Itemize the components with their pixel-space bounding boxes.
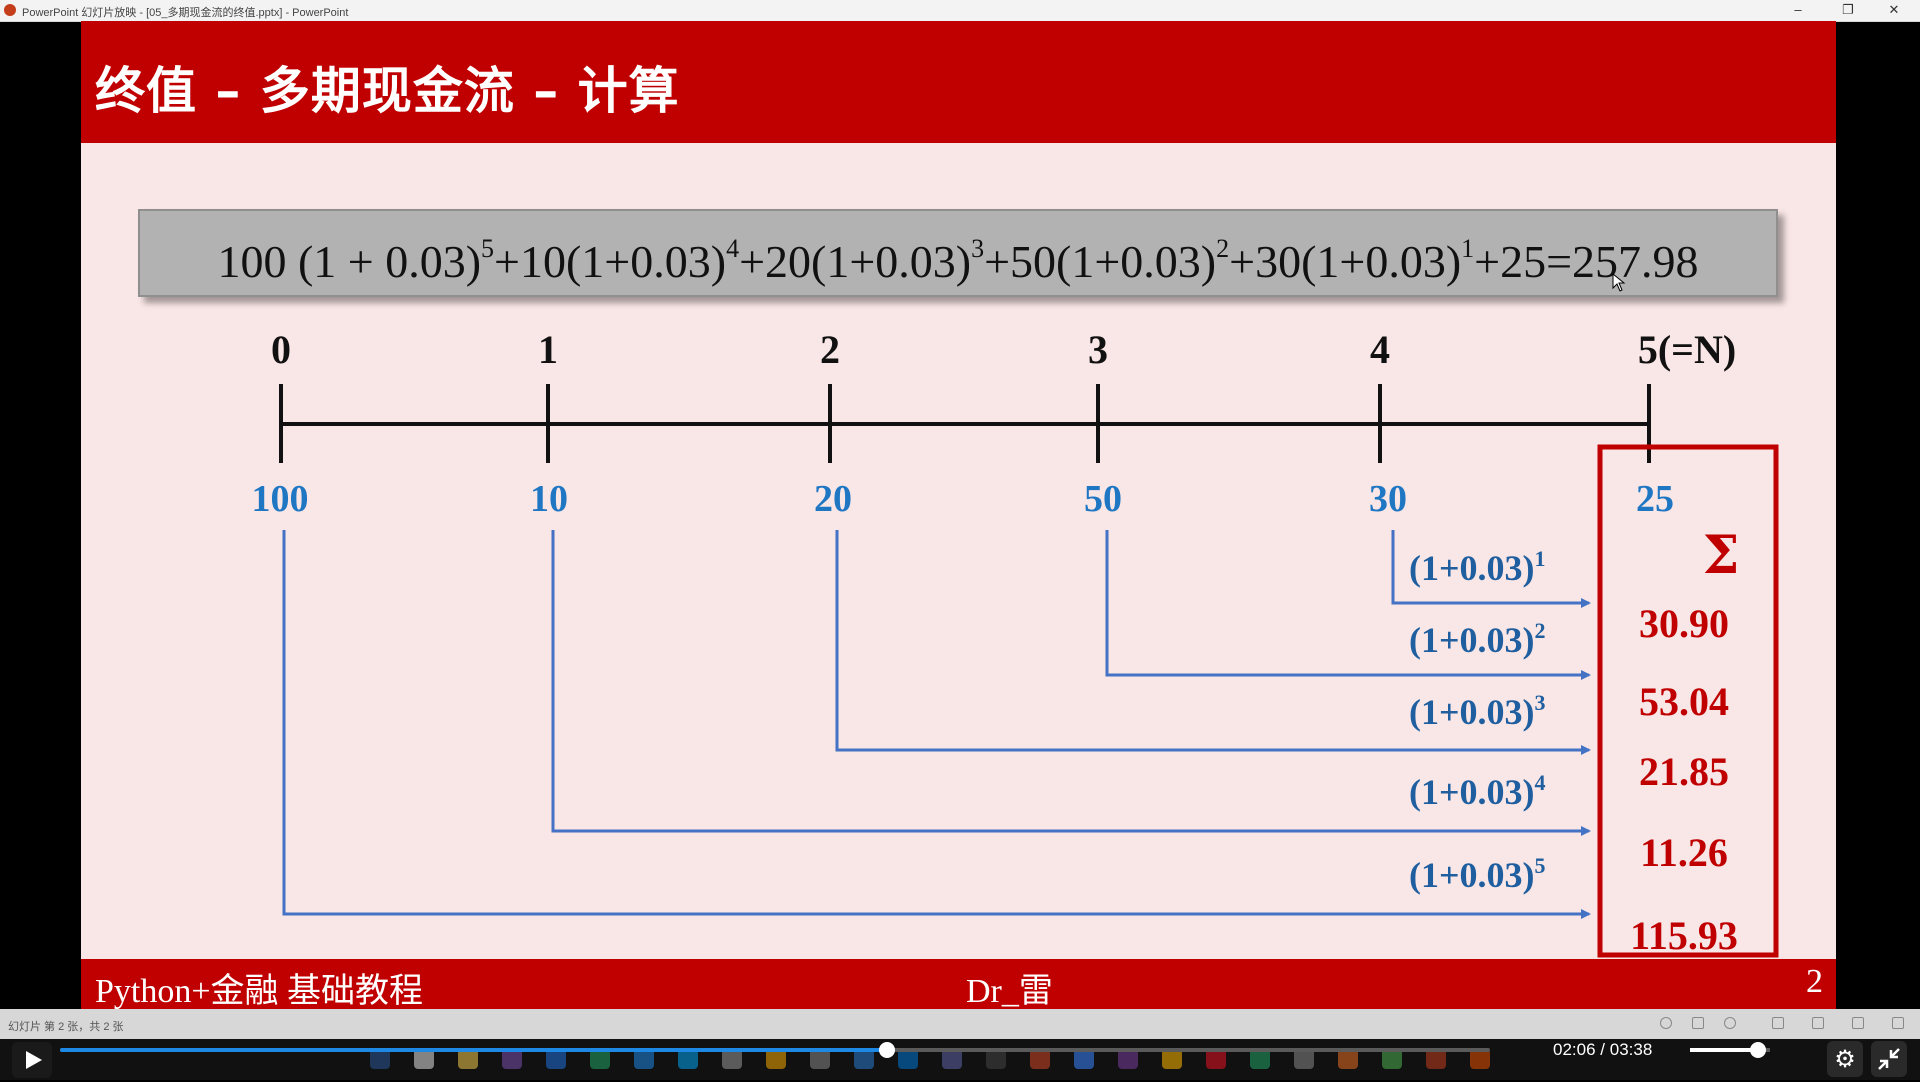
mouse-pointer-icon [1612,273,1626,292]
taskbar-app-icon [1470,1049,1490,1069]
fit-slide-icon[interactable] [1892,1017,1904,1029]
growth-factor-base: (1+0.03) [1409,620,1535,660]
future-value: 115.93 [1630,913,1738,958]
growth-factor-label: (1+0.03)2 [1409,618,1546,660]
future-value: 53.04 [1639,679,1729,724]
cash-flow-value: 10 [530,478,568,520]
cash-flow-value: 30 [1369,478,1407,520]
video-progress-bar[interactable] [60,1042,1490,1058]
taskbar-app-icon [1250,1049,1270,1069]
taskbar-app-icon [1030,1049,1050,1069]
taskbar-app-icon [634,1049,654,1069]
previous-slide-icon[interactable] [1660,1017,1672,1029]
growth-factor-label: (1+0.03)4 [1409,770,1546,812]
growth-factor-base: (1+0.03) [1409,855,1535,895]
timeline-period-label: 4 [1370,327,1390,372]
powerpoint-app-icon [4,4,16,16]
gear-icon: ⚙ [1834,1045,1856,1073]
taskbar-app-icon [590,1049,610,1069]
taskbar-app-icon [502,1049,522,1069]
taskbar-app-icon [898,1049,918,1069]
restore-icon[interactable]: ❐ [1826,0,1870,21]
volume-slider[interactable] [1690,1042,1770,1058]
taskbar-app-icon [1382,1049,1402,1069]
settings-button[interactable]: ⚙ [1827,1041,1863,1077]
video-progress-handle[interactable] [878,1042,895,1058]
taskbar-app-icon [458,1049,478,1069]
slide-footer: Python+金融 基础教程 Dr_雷 2 [81,959,1836,1010]
slideshow-statusbar: 幻灯片 第 2 张，共 2 张 [0,1009,1920,1039]
slide-counter-text: 幻灯片 第 2 张，共 2 张 [8,1021,124,1033]
taskbar-app-icon [1162,1049,1182,1069]
timeline-period-label: 1 [538,327,558,372]
close-icon[interactable]: ✕ [1872,0,1916,21]
cash-flow-value: 20 [814,478,852,520]
growth-factor-base: (1+0.03) [1409,772,1535,812]
cash-flow-value: 100 [252,478,309,520]
play-icon [26,1051,42,1069]
slideshow-view-icon[interactable] [1852,1017,1864,1029]
slide[interactable]: 终值 – 多期现金流 – 计算 100 (1 + 0.03)5+10(1+0.0… [81,21,1836,1010]
footer-course-title: Python+金融 基础教程 [95,973,424,1010]
taskbar-app-icon [1074,1049,1094,1069]
window-titlebar: PowerPoint 幻灯片放映 - [05_多期现金流的终值.pptx] - … [0,0,1920,22]
taskbar-app-icon [942,1049,962,1069]
taskbar-app-icon [546,1049,566,1069]
cash-flow-value: 50 [1084,478,1122,520]
growth-factor-exponent: 2 [1535,618,1546,643]
taskbar-app-icon [1118,1049,1138,1069]
video-progress-fill [60,1048,887,1052]
growth-factor-exponent: 4 [1535,770,1546,795]
taskbar-app-icon [1206,1049,1226,1069]
taskbar-app-icon [766,1049,786,1069]
normal-view-icon[interactable] [1772,1017,1784,1029]
exit-fullscreen-icon [1878,1048,1900,1070]
playback-time: 02:06 / 03:38 [1553,1040,1652,1060]
cash-flow-value: 25 [1636,478,1674,520]
taskbar-app-icon [1338,1049,1358,1069]
timeline-period-label: 3 [1088,327,1108,372]
duration: 03:38 [1609,1040,1653,1059]
growth-factor-base: (1+0.03) [1409,548,1535,588]
reading-view-icon[interactable] [1812,1017,1824,1029]
growth-factor-label: (1+0.03)3 [1409,690,1546,732]
volume-fill [1690,1048,1758,1052]
window-title: PowerPoint 幻灯片放映 - [05_多期现金流的终值.pptx] - … [22,7,349,19]
growth-factor-base: (1+0.03) [1409,692,1535,732]
timeline-diagram: 0 1 2 3 4 5(=N) 100 10 20 50 30 25 (1+0.03)1(1+0.0… [252,327,1779,958]
volume-handle[interactable] [1750,1042,1766,1058]
growth-factor-label: (1+0.03)1 [1409,546,1546,588]
growth-factor-exponent: 5 [1535,853,1546,878]
slide-page-number: 2 [1806,963,1823,1000]
taskbar-app-icon [414,1049,434,1069]
growth-factor-label: (1+0.03)5 [1409,853,1546,895]
future-value: 30.90 [1639,601,1729,646]
sigma-symbol: Σ [1703,525,1740,586]
next-slide-icon[interactable] [1724,1017,1736,1029]
taskbar-app-icon [986,1049,1006,1069]
growth-factor-exponent: 1 [1535,546,1546,571]
minimize-icon[interactable]: – [1776,0,1820,21]
timeline-period-label: 5(=N) [1638,327,1736,372]
exit-fullscreen-button[interactable] [1871,1041,1907,1077]
taskbar-app-icon [1294,1049,1314,1069]
taskbar-app-icon [722,1049,742,1069]
taskbar-app-icon [678,1049,698,1069]
current-time: 02:06 [1553,1040,1596,1059]
time-separator: / [1600,1040,1606,1059]
growth-factor-exponent: 3 [1535,690,1546,715]
taskbar-app-icon [810,1049,830,1069]
slide-sorter-icon[interactable] [1692,1017,1704,1029]
taskbar-app-icon [370,1049,390,1069]
future-value: 11.26 [1640,830,1728,875]
timeline-period-label: 0 [271,327,291,372]
taskbar-app-icon [854,1049,874,1069]
footer-author: Dr_雷 [966,973,1053,1010]
taskbar-app-icon [1426,1049,1446,1069]
timeline-period-label: 2 [820,327,840,372]
play-button[interactable] [12,1042,52,1078]
future-value: 21.85 [1639,749,1729,794]
